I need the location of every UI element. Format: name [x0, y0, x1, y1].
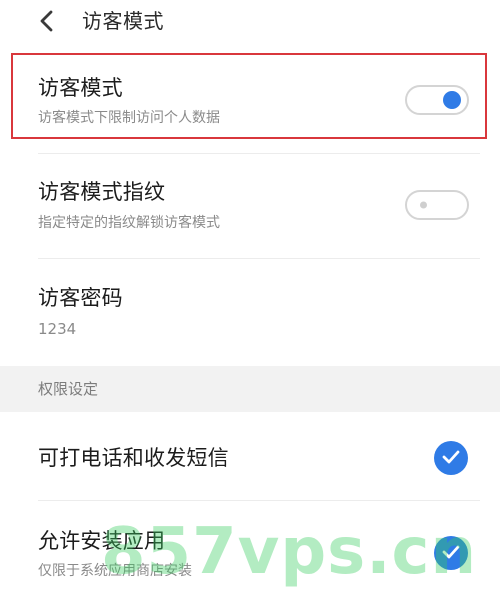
guest-mode-settings-page: 访客模式 访客模式 访客模式下限制访问个人数据 访客模式指纹 指定特定的指纹解锁…: [0, 0, 500, 599]
install-apps-row[interactable]: 允许安装应用 仅限于系统应用商店安装: [0, 501, 500, 599]
guest-password-value: 1234: [38, 320, 77, 338]
install-apps-subtitle: 仅限于系统应用商店安装: [38, 563, 192, 579]
calls-sms-row[interactable]: 可打电话和收发短信: [0, 412, 500, 500]
back-button[interactable]: [34, 10, 58, 36]
guest-mode-title: 访客模式: [38, 76, 123, 100]
toggle-knob: [420, 201, 427, 209]
chevron-left-icon: [37, 9, 55, 37]
guest-fingerprint-subtitle: 指定特定的指纹解锁访客模式: [38, 215, 220, 231]
checkmark-icon: [442, 449, 460, 468]
guest-password-row[interactable]: 访客密码 1234: [0, 259, 500, 366]
install-apps-title: 允许安装应用: [38, 529, 166, 553]
calls-sms-title: 可打电话和收发短信: [38, 446, 229, 470]
guest-fingerprint-title: 访客模式指纹: [38, 180, 166, 204]
guest-mode-row[interactable]: 访客模式 访客模式下限制访问个人数据: [0, 57, 500, 153]
guest-mode-toggle[interactable]: [405, 85, 469, 115]
install-apps-checkbox[interactable]: [434, 536, 468, 570]
guest-mode-subtitle: 访客模式下限制访问个人数据: [38, 110, 220, 126]
toggle-knob: [443, 91, 461, 109]
guest-fingerprint-toggle[interactable]: [405, 190, 469, 220]
page-title: 访客模式: [82, 9, 164, 33]
guest-password-title: 访客密码: [38, 286, 123, 310]
permissions-section-title: 权限设定: [38, 380, 99, 398]
permissions-section-header: 权限设定: [0, 366, 500, 412]
top-bar: 访客模式: [0, 0, 500, 48]
guest-fingerprint-row[interactable]: 访客模式指纹 指定特定的指纹解锁访客模式: [0, 154, 500, 258]
calls-sms-checkbox[interactable]: [434, 441, 468, 475]
checkmark-icon: [442, 544, 460, 563]
